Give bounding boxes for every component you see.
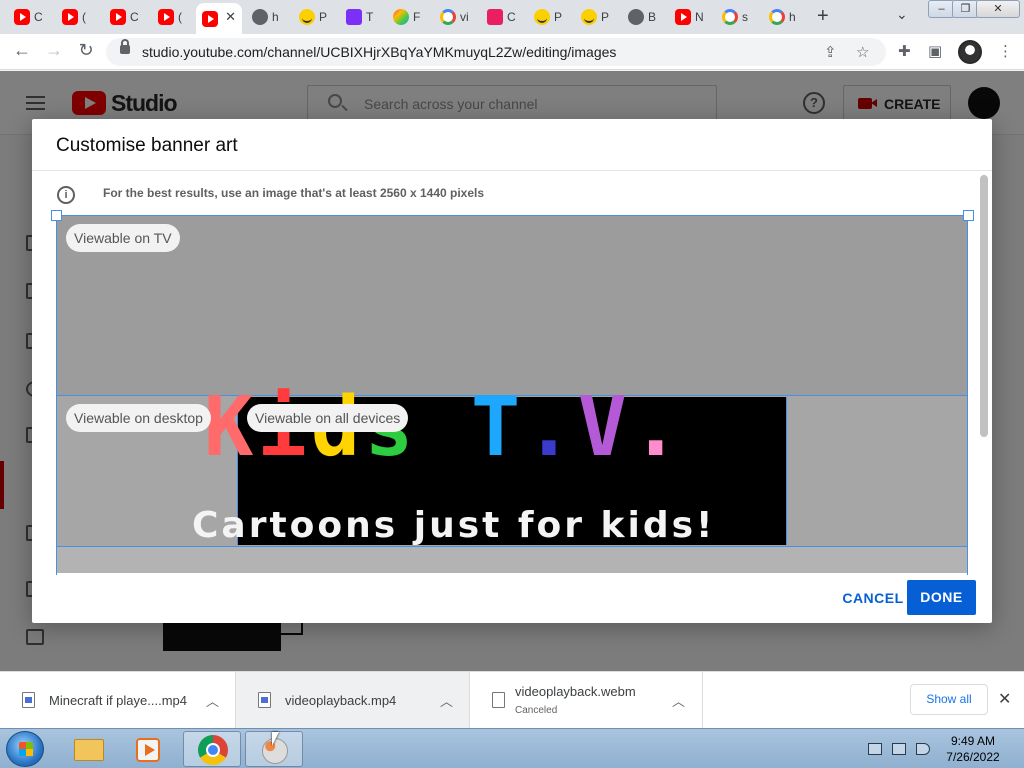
browser-tab-active[interactable]: ✕ xyxy=(196,3,242,34)
browser-tab[interactable]: h xyxy=(763,4,805,30)
download-item[interactable]: videoplayback.mp4 ︿ xyxy=(236,672,470,729)
google-icon xyxy=(722,9,738,25)
pink-heart-icon xyxy=(487,9,503,25)
google-icon xyxy=(440,9,456,25)
file-icon xyxy=(492,692,505,708)
browser-tab[interactable]: T xyxy=(340,4,382,30)
tray-volume-icon[interactable] xyxy=(916,743,930,755)
browser-tab[interactable]: C xyxy=(104,4,146,30)
rainbow-icon xyxy=(393,9,409,25)
chevron-up-icon[interactable]: ︿ xyxy=(672,691,685,710)
close-tab-icon[interactable]: ✕ xyxy=(225,9,236,25)
download-status: Canceled xyxy=(515,705,558,716)
crop-frame xyxy=(56,215,968,575)
youtube-icon xyxy=(14,9,30,25)
image-size-hint: For the best results, use an image that'… xyxy=(103,186,485,200)
browser-tab[interactable]: B xyxy=(622,4,664,30)
browser-toolbar: ← → ↻ studio.youtube.com/channel/UCBIXHj… xyxy=(0,34,1024,70)
browser-tab[interactable]: vi xyxy=(434,4,476,30)
dialog-scrollbar[interactable] xyxy=(980,175,988,437)
dialog-divider xyxy=(32,170,992,171)
browser-tab[interactable]: P xyxy=(575,4,617,30)
browser-tab[interactable]: P xyxy=(528,4,570,30)
browser-tab[interactable]: P xyxy=(293,4,335,30)
video-file-icon xyxy=(258,692,271,708)
crop-handle-top-left[interactable] xyxy=(51,210,62,221)
taskbar-explorer[interactable] xyxy=(60,731,118,767)
lock-icon[interactable] xyxy=(120,39,130,54)
windows-taskbar: 9:49 AM 7/26/2022 xyxy=(0,728,1024,768)
media-player-icon xyxy=(136,738,160,762)
smiley-icon xyxy=(581,9,597,25)
close-shelf-icon[interactable]: ✕ xyxy=(998,689,1011,709)
share-icon[interactable]: ⇪ xyxy=(824,43,837,61)
address-bar[interactable]: studio.youtube.com/channel/UCBIXHjrXBqYa… xyxy=(106,38,886,66)
youtube-icon xyxy=(110,9,126,25)
video-file-icon xyxy=(22,692,35,708)
crop-handle-top-right[interactable] xyxy=(963,210,974,221)
google-icon xyxy=(769,9,785,25)
download-item[interactable]: videoplayback.webm Canceled ︿ xyxy=(470,672,703,729)
browser-tab[interactable]: C xyxy=(8,4,50,30)
dialog-title: Customise banner art xyxy=(56,135,238,156)
customise-banner-dialog: Customise banner art i For the best resu… xyxy=(32,119,992,623)
system-clock[interactable]: 9:49 AM 7/26/2022 xyxy=(938,733,1008,765)
smiley-icon xyxy=(534,9,550,25)
close-window-button[interactable]: ✕ xyxy=(976,0,1020,18)
taskbar-media-player[interactable] xyxy=(120,731,178,767)
tray-action-center-icon[interactable] xyxy=(868,743,882,755)
download-shelf: Minecraft if playe....mp4 ︿ videoplaybac… xyxy=(0,671,1024,729)
browser-tab[interactable]: C xyxy=(481,4,523,30)
browser-tab[interactable]: ( xyxy=(56,4,98,30)
youtube-icon xyxy=(202,10,218,27)
browser-menu-kebab-icon[interactable]: ⋮ xyxy=(998,42,1013,60)
info-icon: i xyxy=(57,186,75,204)
browser-tab-strip: C ( C ( ✕ h P T F vi C P P B N s h + ⌄ –… xyxy=(0,0,1024,34)
folder-icon xyxy=(74,739,104,761)
taskbar-chrome[interactable] xyxy=(183,731,241,767)
browser-tab[interactable]: N xyxy=(669,4,711,30)
show-all-downloads-button[interactable]: Show all xyxy=(910,684,988,715)
browser-tab[interactable]: F xyxy=(387,4,429,30)
tt-icon xyxy=(346,9,362,25)
youtube-icon xyxy=(62,9,78,25)
side-panel-icon[interactable]: ▣ xyxy=(928,42,942,60)
globe-icon xyxy=(252,9,268,25)
back-arrow-icon[interactable]: ← xyxy=(10,40,34,61)
chrome-icon xyxy=(198,735,228,765)
extensions-puzzle-icon[interactable]: ✚ xyxy=(898,42,911,60)
browser-tab[interactable]: h xyxy=(246,4,288,30)
download-item[interactable]: Minecraft if playe....mp4 ︿ xyxy=(0,672,236,729)
bookmark-star-icon[interactable]: ☆ xyxy=(856,43,869,61)
reload-icon[interactable]: ↻ xyxy=(74,40,98,61)
start-button[interactable] xyxy=(6,731,44,767)
browser-tab[interactable]: s xyxy=(716,4,758,30)
profile-avatar[interactable] xyxy=(958,40,982,64)
restore-window-button[interactable]: ❐ xyxy=(952,0,979,18)
forward-arrow-icon[interactable]: → xyxy=(42,40,66,61)
done-button[interactable]: DONE xyxy=(907,580,976,615)
browser-tab[interactable]: ( xyxy=(152,4,194,30)
new-tab-button[interactable]: + xyxy=(817,5,829,28)
chevron-up-icon[interactable]: ︿ xyxy=(440,691,453,710)
mouse-cursor xyxy=(272,732,279,746)
tray-network-icon[interactable] xyxy=(892,743,906,755)
youtube-icon xyxy=(158,9,174,25)
youtube-icon xyxy=(675,9,691,25)
smiley-icon xyxy=(299,9,315,25)
globe-icon xyxy=(628,9,644,25)
url-text[interactable]: studio.youtube.com/channel/UCBIXHjrXBqYa… xyxy=(142,44,616,60)
tab-search-chevron-icon[interactable]: ⌄ xyxy=(896,6,908,23)
minimize-window-button[interactable]: – xyxy=(928,0,955,18)
chevron-up-icon[interactable]: ︿ xyxy=(206,691,219,710)
windows-logo-icon xyxy=(19,742,33,756)
